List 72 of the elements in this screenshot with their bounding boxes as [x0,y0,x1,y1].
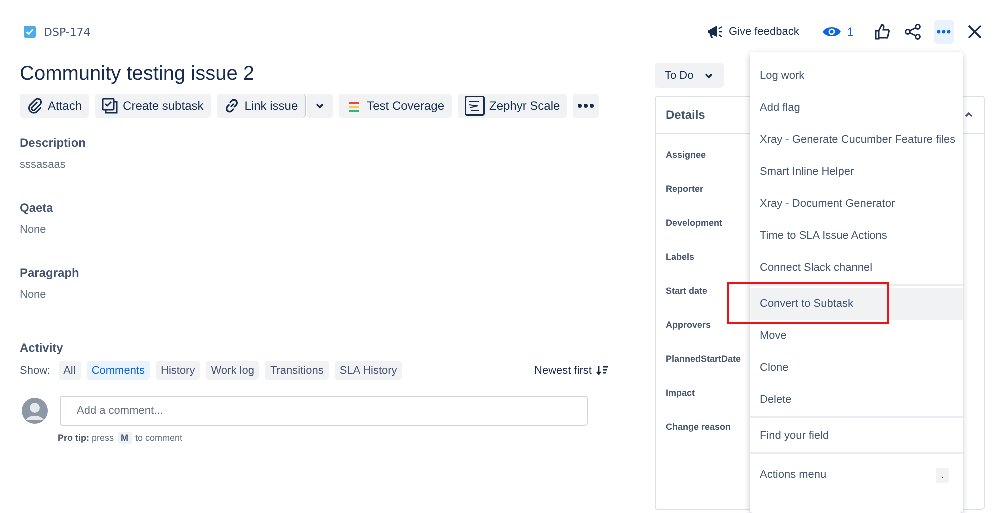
attach-button[interactable]: Attach [20,94,90,118]
more-actions-button[interactable] [934,20,954,44]
status-button[interactable]: To Do [655,63,724,88]
menu-item[interactable]: Smart Inline Helper [750,156,963,188]
avatar-icon [22,398,48,424]
menu-item[interactable]: Xray - Document Generator [750,188,963,220]
field-label: Paragraph [20,266,80,280]
issue-title: Community testing issue 2 [20,62,256,86]
link-button[interactable]: Link issue [216,94,306,118]
field-label: Approvers [666,320,712,330]
thumbs-up-icon [874,24,890,40]
filter-tab[interactable]: Comments [86,361,150,380]
comment-field[interactable]: Add a comment... [60,396,588,426]
checkbox-icon [24,26,36,38]
menu-item[interactable]: Move [750,320,963,352]
menu-item[interactable]: Connect Slack channel [750,252,963,284]
menu-item[interactable]: Actions menu . [750,456,963,494]
activity-heading: Activity [20,341,64,355]
menu-item[interactable]: Add flag [750,92,963,124]
field-value: None [20,224,48,236]
menu-item[interactable]: Delete [750,384,963,416]
menu-item[interactable]: Time to SLA Issue Actions [750,220,963,252]
menu-item[interactable]: Find your field [750,420,963,452]
menu-item[interactable]: Convert to Subtask [750,288,963,320]
watchers-button[interactable]: 1 [823,25,854,39]
coverage-button[interactable]: Test Coverage [339,94,452,118]
field-label: Assignee [666,150,708,160]
dropdown-button[interactable] [307,94,334,118]
chevron-down-icon [315,101,326,111]
pro-tip-text: Pro tip: press [58,433,114,443]
field-label: Change reason [666,422,732,432]
field-label: Development [666,218,724,228]
sort-button[interactable]: Newest first [534,364,608,376]
collapse-button[interactable] [964,110,974,120]
field-value: sssasaas [20,159,67,171]
menu-item[interactable]: Xray - Generate Cucumber Feature files [750,124,963,156]
filter-tab[interactable]: History [156,361,200,380]
sort-icon [596,365,608,376]
show-label: Show: [20,364,51,376]
feedback-button[interactable]: Give feedback [707,24,800,40]
more-icon [578,104,594,108]
menu-item[interactable]: Clone [750,352,963,384]
filter-tab[interactable]: SLA History [334,361,402,380]
field-label: Qaeta [20,201,54,215]
menu-item[interactable]: Log work [750,60,963,92]
checklist-icon [102,98,118,114]
share-icon [905,24,922,40]
field-label: Impact [666,388,696,398]
paperclip-icon [27,98,43,114]
more-button[interactable] [573,94,600,118]
close-icon [966,24,983,40]
shortcut-key: . [936,468,949,482]
field-label: Reporter [666,184,705,194]
field-label: PlannedStartDate [666,354,742,364]
issue-key-link[interactable]: DSP-174 [44,26,91,38]
key-hint: M [118,432,132,444]
filter-tab[interactable]: Work log [206,361,260,380]
filter-tab[interactable]: All [58,361,81,380]
link-icon [224,98,240,114]
megaphone-icon [707,24,723,40]
field-label: Labels [666,252,696,262]
subtask-button[interactable]: Create subtask [95,94,211,118]
field-label: Description [20,136,88,150]
pro-tip-text: to comment [136,433,183,443]
filter-tab[interactable]: Transitions [265,361,329,380]
field-value: None [20,289,48,301]
details-heading: Details [666,108,706,122]
zephyr-button[interactable]: Zephyr Scale [458,94,568,118]
chevron-up-icon [964,110,974,120]
field-label: Start date [666,286,709,296]
document-icon [464,96,484,116]
eye-icon [823,26,842,38]
